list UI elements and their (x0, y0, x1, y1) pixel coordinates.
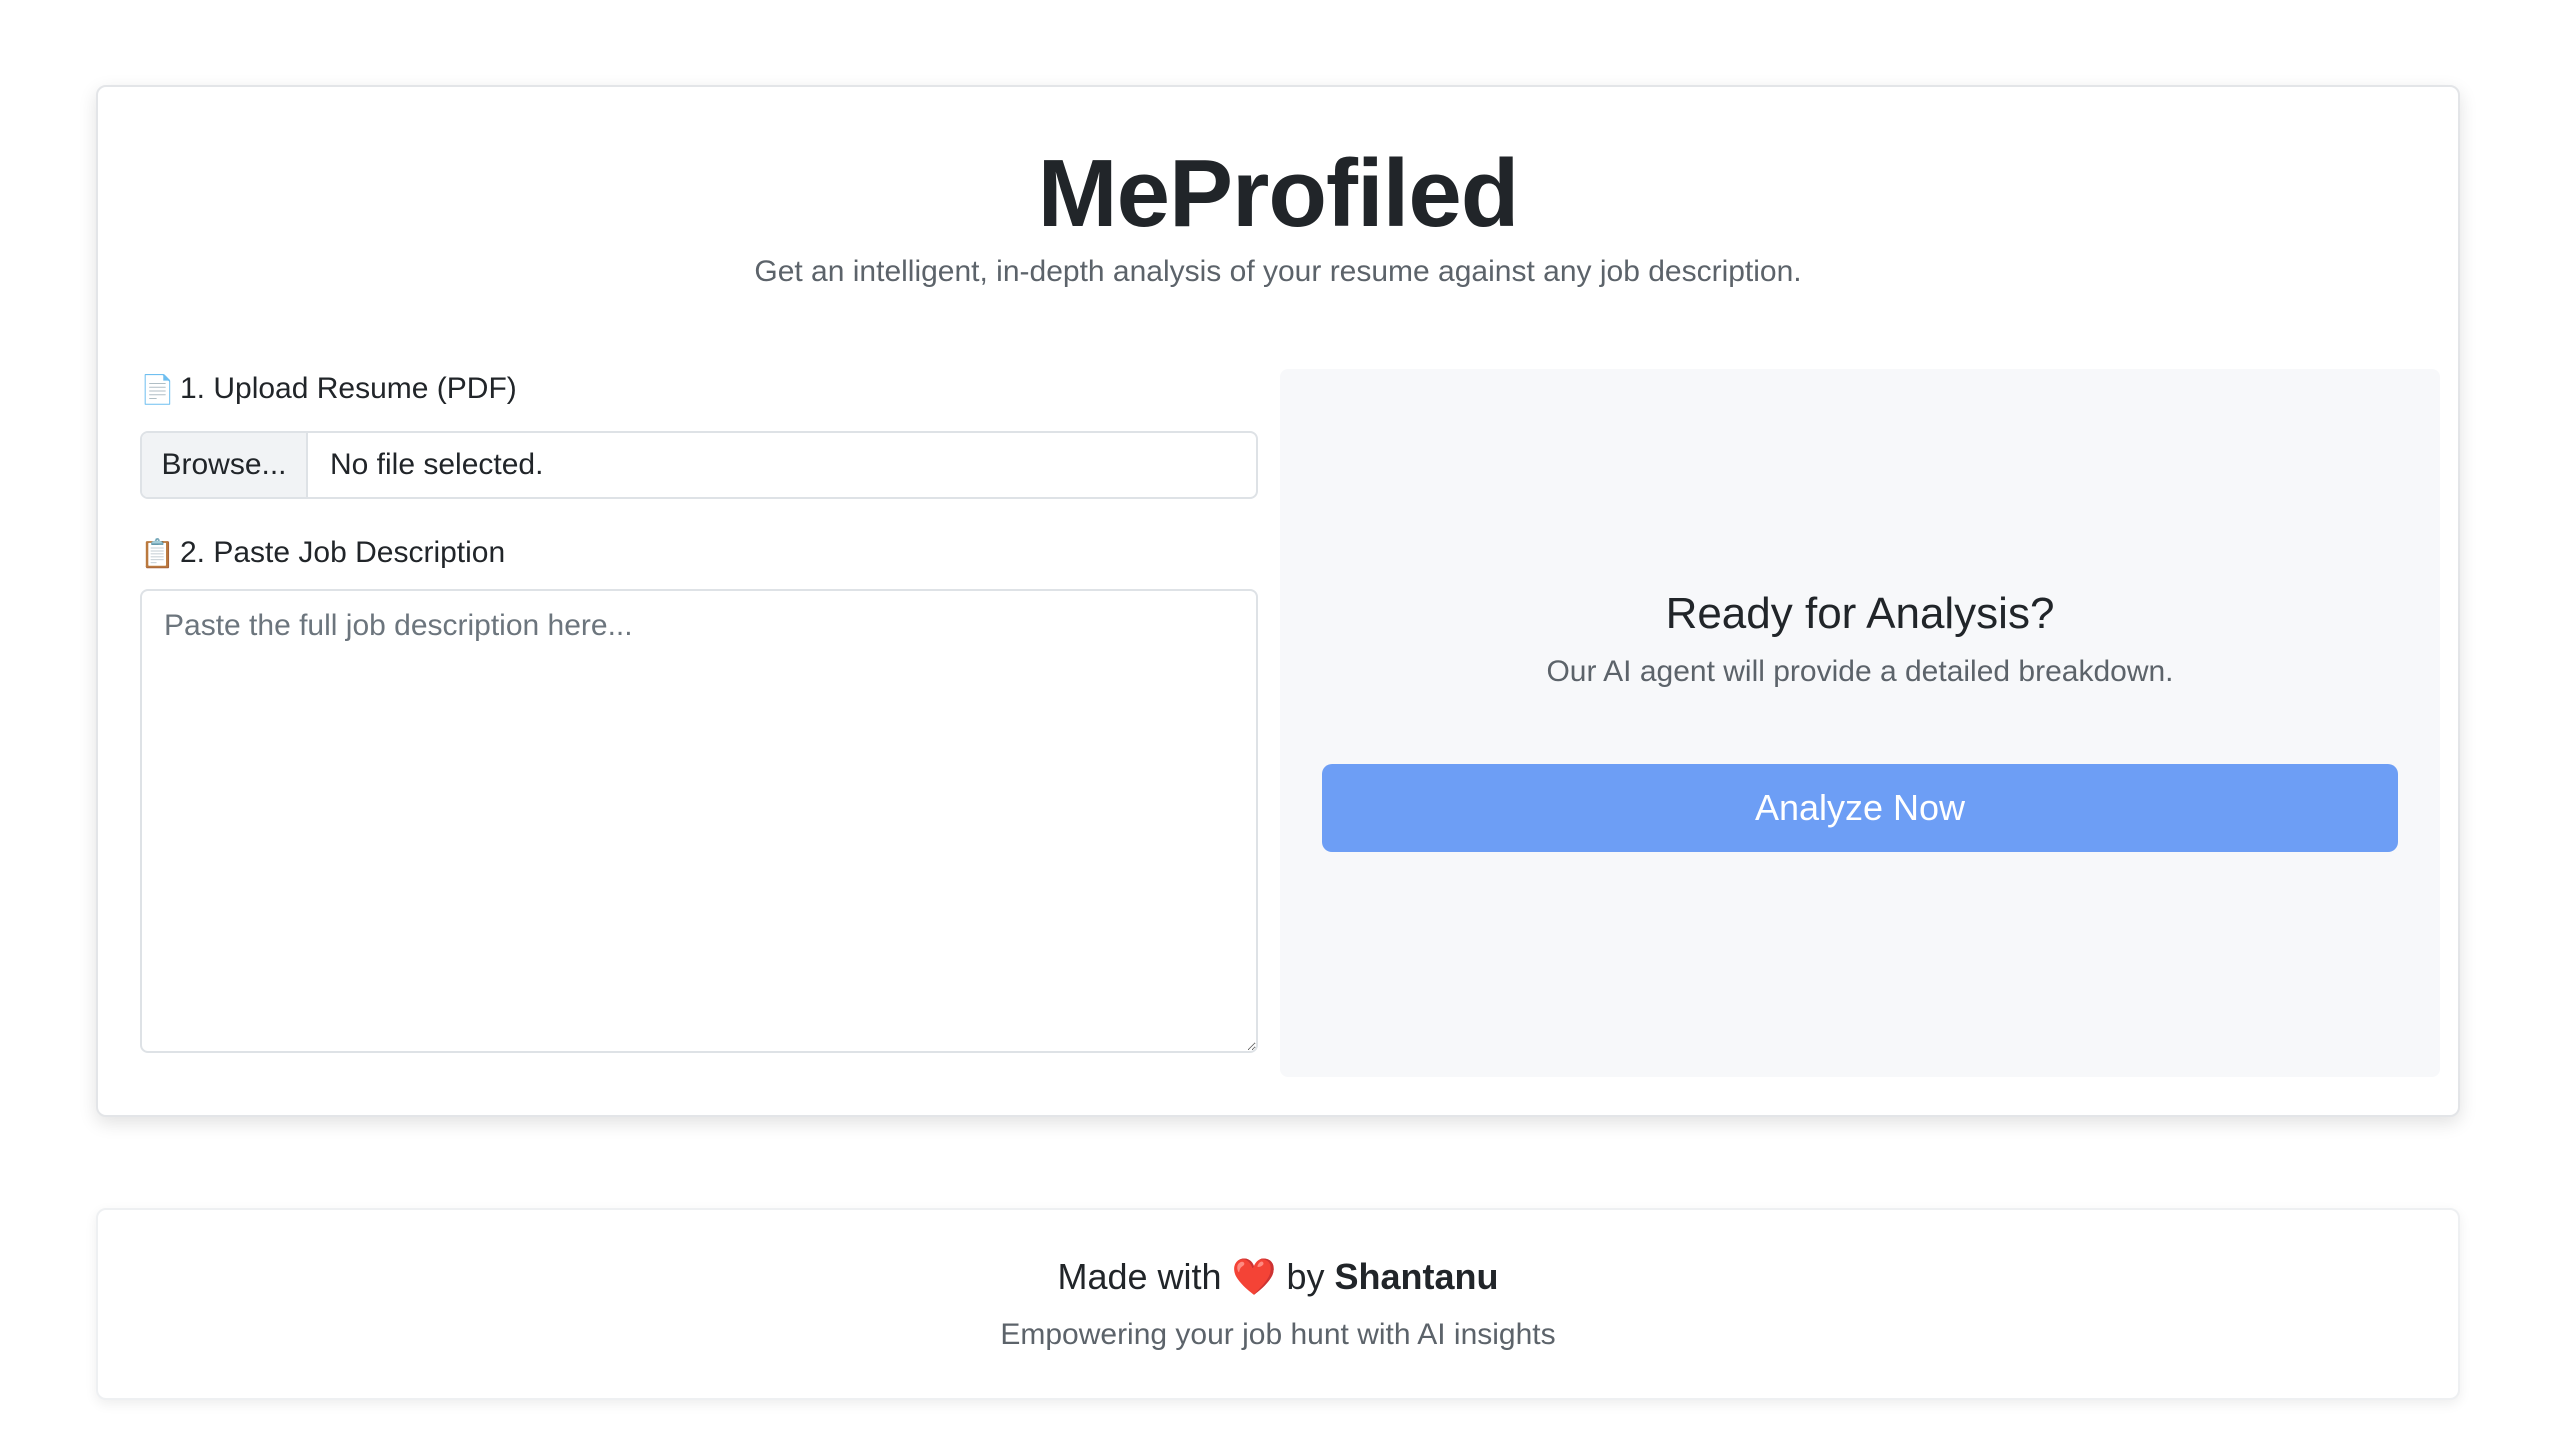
footer-author: Shantanu (1334, 1256, 1499, 1297)
job-description-label-text: 2. Paste Job Description (180, 536, 506, 569)
main-card: MeProfiled Get an intelligent, in-depth … (96, 85, 2460, 1117)
upload-resume-label: 📄 1. Upload Resume (PDF) (140, 367, 1258, 411)
resume-file-input[interactable]: Browse... No file selected. (140, 431, 1258, 499)
footer-tagline: Empowering your job hunt with AI insight… (1000, 1318, 1556, 1351)
document-icon: 📄 (140, 373, 175, 405)
footer: Made with ❤️ by Shantanu Empowering your… (96, 1208, 2460, 1400)
input-column: 📄 1. Upload Resume (PDF) Browse... No fi… (140, 367, 1258, 1058)
analysis-panel: Ready for Analysis? Our AI agent will pr… (1280, 369, 2440, 1077)
browse-button[interactable]: Browse... (142, 433, 308, 497)
file-status: No file selected. (330, 448, 544, 481)
heart-icon: ❤️ (1231, 1256, 1277, 1297)
analyze-now-button[interactable]: Analyze Now (1322, 764, 2398, 852)
footer-made-with: Made with (1057, 1256, 1222, 1297)
footer-credit: Made with ❤️ by Shantanu (98, 1256, 2458, 1298)
analysis-description: Our AI agent will provide a detailed bre… (1546, 655, 2174, 688)
analysis-title: Ready for Analysis? (1665, 589, 2055, 638)
job-description-textarea[interactable] (140, 589, 1258, 1053)
app-title: MeProfiled (1037, 140, 1520, 247)
upload-resume-label-text: 1. Upload Resume (PDF) (180, 372, 517, 405)
clipboard-icon: 📋 (140, 537, 175, 569)
job-description-label: 📋 2. Paste Job Description (140, 531, 1258, 575)
app-subtitle: Get an intelligent, in-depth analysis of… (754, 255, 1802, 288)
footer-by: by (1286, 1256, 1325, 1297)
